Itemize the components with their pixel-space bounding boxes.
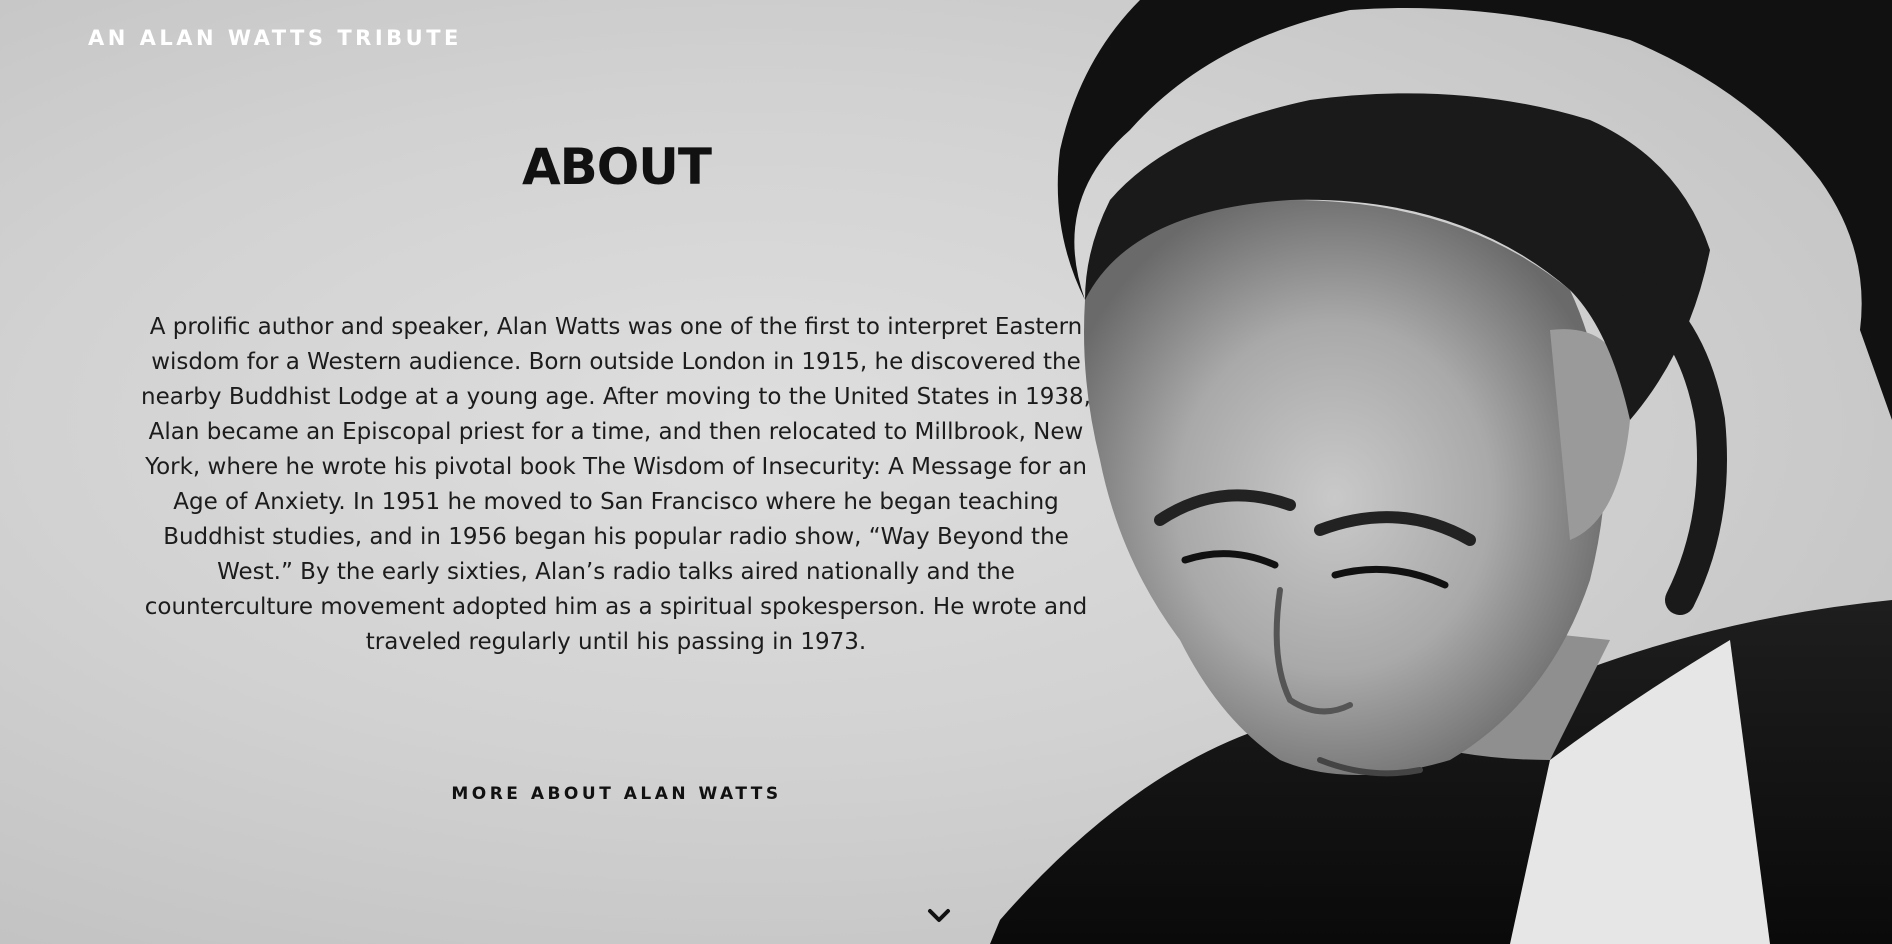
chevron-down-icon	[928, 909, 950, 922]
site-title[interactable]: AN ALAN WATTS TRIBUTE	[88, 26, 462, 50]
scroll-down-button[interactable]	[924, 904, 954, 926]
page-title: ABOUT	[521, 138, 712, 196]
about-bio: A prolific author and speaker, Alan Watt…	[141, 314, 1091, 655]
portrait-photo	[990, 0, 1892, 944]
more-about-link[interactable]: MORE ABOUT ALAN WATTS	[120, 784, 1113, 804]
